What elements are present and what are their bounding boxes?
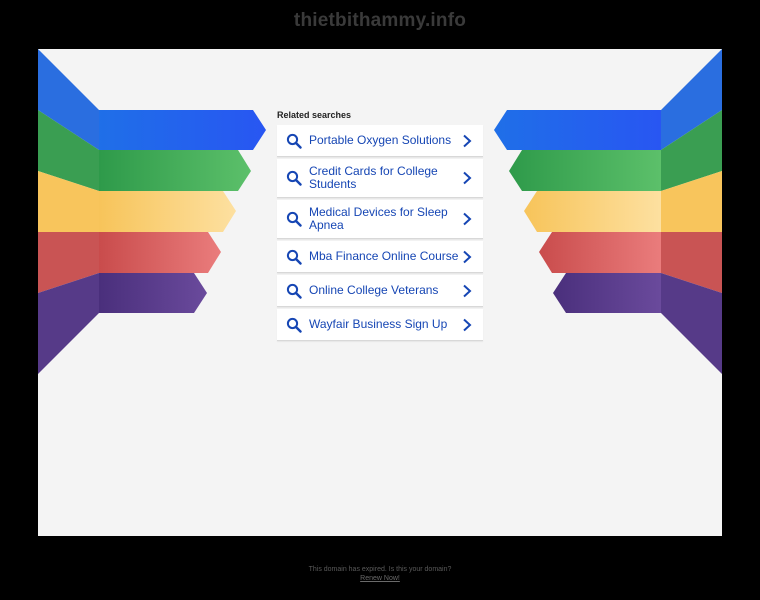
ribbon-left-arrow-yellow [99, 191, 236, 232]
chevron-right-icon [463, 134, 472, 147]
ribbon-left-arrow-red [99, 232, 221, 273]
related-link-portable-oxygen[interactable]: Portable Oxygen Solutions [277, 125, 483, 157]
related-link-label: Credit Cards for College Students [309, 164, 438, 191]
related-link-label: Medical Devices for Sleep Apnea [309, 205, 448, 232]
chevron-right-icon [463, 212, 472, 226]
related-link-online-college[interactable]: Online College Veterans [277, 275, 483, 307]
chevron-right-icon [463, 171, 472, 185]
related-searches: Related searches Portable Oxygen Solutio… [277, 110, 483, 343]
chevron-right-icon [463, 250, 472, 263]
related-link-label: Wayfair Business Sign Up [309, 317, 448, 331]
footer: This domain has expired. Is this your do… [0, 565, 760, 583]
ribbon-right-arrow-red [539, 232, 661, 273]
search-icon [286, 133, 302, 149]
related-searches-heading: Related searches [277, 110, 352, 120]
ribbon-right-arrow-green [509, 150, 661, 191]
ribbon-right-arrow-blue [494, 110, 661, 150]
chevron-right-icon [463, 318, 472, 331]
search-icon [286, 170, 302, 186]
related-link-label: Online College Veterans [309, 283, 439, 297]
ribbon-right-arrow-purple [553, 273, 661, 313]
chevron-right-icon [463, 284, 472, 297]
search-icon [286, 283, 302, 299]
site-title: thietbithammy.info [293, 10, 467, 31]
related-link-label: Mba Finance Online Course [309, 249, 459, 263]
expired-notice: This domain has expired. Is this your do… [308, 566, 452, 573]
renew-now-link[interactable]: Renew Now! [360, 575, 400, 582]
related-link-medical-devices[interactable]: Medical Devices for Sleep Apnea [277, 200, 483, 239]
ribbon-left-arrow-blue [99, 110, 266, 150]
ribbon-left-arrow-green [99, 150, 251, 191]
related-link-credit-cards[interactable]: Credit Cards for College Students [277, 159, 483, 198]
related-link-label: Portable Oxygen Solutions [309, 133, 452, 147]
search-icon [286, 317, 302, 333]
ribbon-right-arrow-yellow [524, 191, 661, 232]
ribbon-left-arrow-purple [99, 273, 207, 313]
search-icon [286, 249, 302, 265]
related-link-mba-finance[interactable]: Mba Finance Online Course [277, 241, 483, 273]
related-link-wayfair-business[interactable]: Wayfair Business Sign Up [277, 309, 483, 341]
search-icon [286, 211, 302, 227]
